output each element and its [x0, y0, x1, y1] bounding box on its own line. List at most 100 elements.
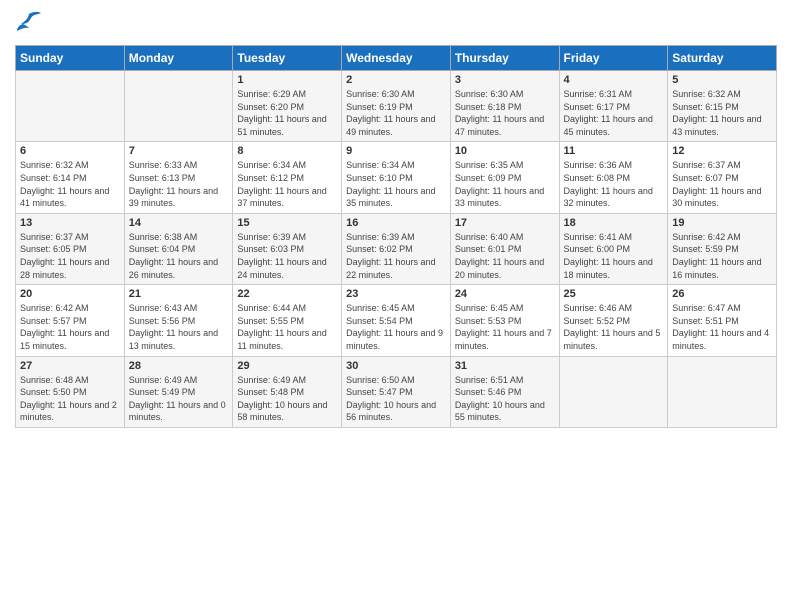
- calendar-cell: 11 Sunrise: 6:36 AMSunset: 6:08 PMDayligh…: [559, 142, 668, 213]
- cell-info: Sunrise: 6:29 AMSunset: 6:20 PMDaylight:…: [237, 88, 337, 138]
- day-number: 1: [237, 74, 337, 86]
- day-number: 6: [20, 145, 120, 157]
- weekday-header-thursday: Thursday: [450, 46, 559, 71]
- day-number: 8: [237, 145, 337, 157]
- cell-info: Sunrise: 6:45 AMSunset: 5:53 PMDaylight:…: [455, 302, 555, 352]
- cell-info: Sunrise: 6:37 AMSunset: 6:05 PMDaylight:…: [20, 231, 120, 281]
- day-number: 3: [455, 74, 555, 86]
- calendar-cell: 15 Sunrise: 6:39 AMSunset: 6:03 PMDayligh…: [233, 213, 342, 284]
- calendar-cell: 25 Sunrise: 6:46 AMSunset: 5:52 PMDayligh…: [559, 285, 668, 356]
- day-number: 9: [346, 145, 446, 157]
- day-number: 19: [672, 217, 772, 229]
- cell-info: Sunrise: 6:42 AMSunset: 5:59 PMDaylight:…: [672, 231, 772, 281]
- calendar-cell: [16, 71, 125, 142]
- calendar-cell: 18 Sunrise: 6:41 AMSunset: 6:00 PMDayligh…: [559, 213, 668, 284]
- cell-info: Sunrise: 6:31 AMSunset: 6:17 PMDaylight:…: [564, 88, 664, 138]
- calendar-cell: 26Sunrise: 6:47 AMSunset: 5:51 PMDayligh…: [668, 285, 777, 356]
- calendar-cell: 24 Sunrise: 6:45 AMSunset: 5:53 PMDayligh…: [450, 285, 559, 356]
- day-number: 5: [672, 74, 772, 86]
- cell-info: Sunrise: 6:34 AMSunset: 6:12 PMDaylight:…: [237, 159, 337, 209]
- day-number: 13: [20, 217, 120, 229]
- calendar-cell: 9 Sunrise: 6:34 AMSunset: 6:10 PMDaylight…: [342, 142, 451, 213]
- logo-icon: [15, 10, 43, 37]
- weekday-header-sunday: Sunday: [16, 46, 125, 71]
- cell-info: Sunrise: 6:32 AMSunset: 6:14 PMDaylight:…: [20, 159, 120, 209]
- day-number: 25: [564, 288, 664, 300]
- calendar-cell: 27Sunrise: 6:48 AMSunset: 5:50 PMDayligh…: [16, 356, 125, 427]
- day-number: 11: [564, 145, 664, 157]
- cell-info: Sunrise: 6:45 AMSunset: 5:54 PMDaylight:…: [346, 302, 446, 352]
- calendar-cell: 21Sunrise: 6:43 AMSunset: 5:56 PMDayligh…: [124, 285, 233, 356]
- calendar-cell: 12 Sunrise: 6:37 AMSunset: 6:07 PMDayligh…: [668, 142, 777, 213]
- cell-info: Sunrise: 6:30 AMSunset: 6:19 PMDaylight:…: [346, 88, 446, 138]
- header: [15, 10, 777, 37]
- calendar-cell: 20 Sunrise: 6:42 AMSunset: 5:57 PMDayligh…: [16, 285, 125, 356]
- weekday-header-friday: Friday: [559, 46, 668, 71]
- calendar-cell: 19 Sunrise: 6:42 AMSunset: 5:59 PMDayligh…: [668, 213, 777, 284]
- calendar-cell: 1 Sunrise: 6:29 AMSunset: 6:20 PMDaylight…: [233, 71, 342, 142]
- day-number: 31: [455, 360, 555, 372]
- day-number: 12: [672, 145, 772, 157]
- day-number: 15: [237, 217, 337, 229]
- weekday-header-wednesday: Wednesday: [342, 46, 451, 71]
- day-number: 18: [564, 217, 664, 229]
- day-number: 30: [346, 360, 446, 372]
- calendar-cell: 10 Sunrise: 6:35 AMSunset: 6:09 PMDayligh…: [450, 142, 559, 213]
- calendar-cell: 28 Sunrise: 6:49 AMSunset: 5:49 PMDayligh…: [124, 356, 233, 427]
- calendar-cell: 23 Sunrise: 6:45 AMSunset: 5:54 PMDayligh…: [342, 285, 451, 356]
- day-number: 24: [455, 288, 555, 300]
- calendar-cell: 31 Sunrise: 6:51 AMSunset: 5:46 PMDayligh…: [450, 356, 559, 427]
- calendar-cell: 16Sunrise: 6:39 AMSunset: 6:02 PMDayligh…: [342, 213, 451, 284]
- cell-info: Sunrise: 6:35 AMSunset: 6:09 PMDaylight:…: [455, 159, 555, 209]
- calendar-cell: 3Sunrise: 6:30 AMSunset: 6:18 PMDaylight…: [450, 71, 559, 142]
- calendar-cell: 13 Sunrise: 6:37 AMSunset: 6:05 PMDayligh…: [16, 213, 125, 284]
- day-number: 28: [129, 360, 229, 372]
- cell-info: Sunrise: 6:34 AMSunset: 6:10 PMDaylight:…: [346, 159, 446, 209]
- day-number: 17: [455, 217, 555, 229]
- day-number: 16: [346, 217, 446, 229]
- header-row: SundayMondayTuesdayWednesdayThursdayFrid…: [16, 46, 777, 71]
- cell-info: Sunrise: 6:42 AMSunset: 5:57 PMDaylight:…: [20, 302, 120, 352]
- cell-info: Sunrise: 6:37 AMSunset: 6:07 PMDaylight:…: [672, 159, 772, 209]
- calendar-week-1: 1 Sunrise: 6:29 AMSunset: 6:20 PMDaylight…: [16, 71, 777, 142]
- day-number: 23: [346, 288, 446, 300]
- cell-info: Sunrise: 6:44 AMSunset: 5:55 PMDaylight:…: [237, 302, 337, 352]
- cell-info: Sunrise: 6:49 AMSunset: 5:49 PMDaylight:…: [129, 374, 229, 424]
- calendar-cell: [559, 356, 668, 427]
- calendar-cell: 4 Sunrise: 6:31 AMSunset: 6:17 PMDaylight…: [559, 71, 668, 142]
- day-number: 29: [237, 360, 337, 372]
- calendar-cell: 17 Sunrise: 6:40 AMSunset: 6:01 PMDayligh…: [450, 213, 559, 284]
- cell-info: Sunrise: 6:49 AMSunset: 5:48 PMDaylight:…: [237, 374, 337, 424]
- day-number: 20: [20, 288, 120, 300]
- page: SundayMondayTuesdayWednesdayThursdayFrid…: [0, 0, 792, 612]
- calendar-cell: 5 Sunrise: 6:32 AMSunset: 6:15 PMDaylight…: [668, 71, 777, 142]
- calendar-week-3: 13 Sunrise: 6:37 AMSunset: 6:05 PMDayligh…: [16, 213, 777, 284]
- cell-info: Sunrise: 6:43 AMSunset: 5:56 PMDaylight:…: [129, 302, 229, 352]
- calendar-cell: 6 Sunrise: 6:32 AMSunset: 6:14 PMDaylight…: [16, 142, 125, 213]
- cell-info: Sunrise: 6:36 AMSunset: 6:08 PMDaylight:…: [564, 159, 664, 209]
- weekday-header-tuesday: Tuesday: [233, 46, 342, 71]
- calendar-cell: 14 Sunrise: 6:38 AMSunset: 6:04 PMDayligh…: [124, 213, 233, 284]
- calendar-cell: 2 Sunrise: 6:30 AMSunset: 6:19 PMDaylight…: [342, 71, 451, 142]
- cell-info: Sunrise: 6:41 AMSunset: 6:00 PMDaylight:…: [564, 231, 664, 281]
- logo: [15, 10, 47, 37]
- cell-info: Sunrise: 6:32 AMSunset: 6:15 PMDaylight:…: [672, 88, 772, 138]
- day-number: 10: [455, 145, 555, 157]
- calendar-cell: 30Sunrise: 6:50 AMSunset: 5:47 PMDayligh…: [342, 356, 451, 427]
- calendar-table: SundayMondayTuesdayWednesdayThursdayFrid…: [15, 45, 777, 428]
- day-number: 2: [346, 74, 446, 86]
- calendar-cell: [124, 71, 233, 142]
- calendar-week-2: 6 Sunrise: 6:32 AMSunset: 6:14 PMDaylight…: [16, 142, 777, 213]
- cell-info: Sunrise: 6:39 AMSunset: 6:03 PMDaylight:…: [237, 231, 337, 281]
- day-number: 14: [129, 217, 229, 229]
- cell-info: Sunrise: 6:40 AMSunset: 6:01 PMDaylight:…: [455, 231, 555, 281]
- cell-info: Sunrise: 6:33 AMSunset: 6:13 PMDaylight:…: [129, 159, 229, 209]
- day-number: 4: [564, 74, 664, 86]
- cell-info: Sunrise: 6:46 AMSunset: 5:52 PMDaylight:…: [564, 302, 664, 352]
- calendar-cell: 29 Sunrise: 6:49 AMSunset: 5:48 PMDayligh…: [233, 356, 342, 427]
- calendar-cell: 8 Sunrise: 6:34 AMSunset: 6:12 PMDaylight…: [233, 142, 342, 213]
- weekday-header-saturday: Saturday: [668, 46, 777, 71]
- cell-info: Sunrise: 6:38 AMSunset: 6:04 PMDaylight:…: [129, 231, 229, 281]
- cell-info: Sunrise: 6:51 AMSunset: 5:46 PMDaylight:…: [455, 374, 555, 424]
- weekday-header-monday: Monday: [124, 46, 233, 71]
